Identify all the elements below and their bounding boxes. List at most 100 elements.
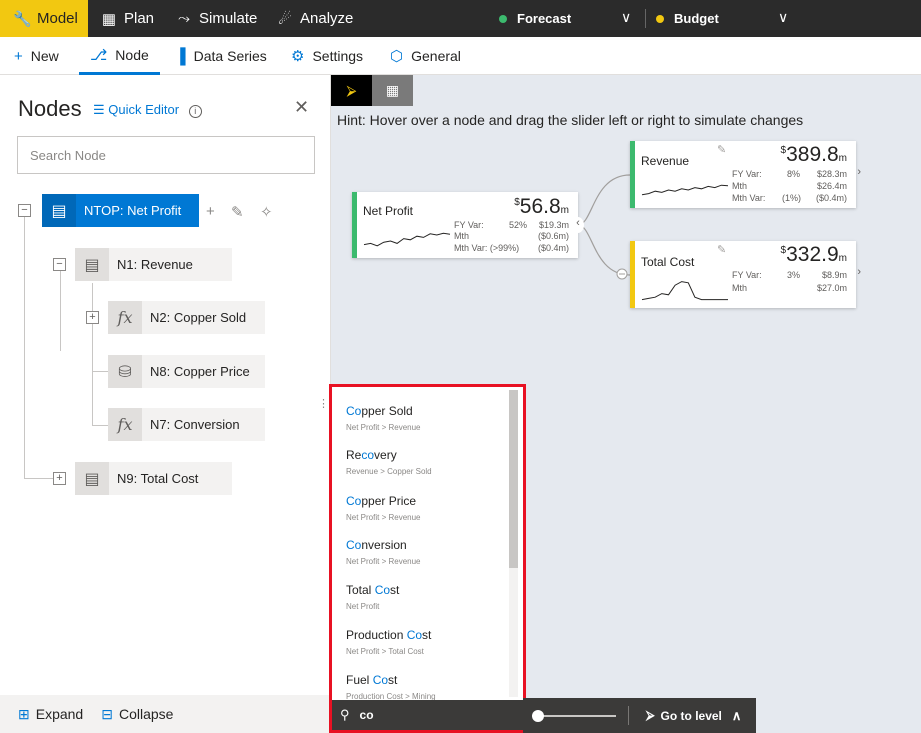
result-post: st — [390, 583, 400, 597]
nav-analyze[interactable]: ☄ Analyze — [276, 0, 353, 37]
nodes-panel-title: Nodes — [18, 96, 82, 121]
expand-toggle[interactable]: + — [53, 472, 66, 485]
edit-pencil-icon[interactable]: ✎ — [231, 203, 244, 221]
result-post: pper Sold — [361, 404, 413, 418]
expand-all-button[interactable]: ⊞ Expand — [18, 706, 83, 723]
tree-line — [92, 425, 108, 426]
node-card-net-profit[interactable]: Net Profit $56.8m FY Var: 52% $19.3m Mth… — [352, 192, 584, 258]
nodes-panel-footer: ⊞ Expand ⊟ Collapse — [0, 695, 331, 733]
result-post: pper Price — [361, 494, 417, 508]
add-node-icon[interactable]: + — [206, 203, 215, 220]
collapse-children-icon[interactable]: ‹ — [572, 217, 584, 233]
tree-node-total-cost[interactable]: ▤ N9: Total Cost — [75, 462, 232, 495]
forecast-chevron-down-icon[interactable]: ∨ — [621, 9, 631, 26]
expand-toggle[interactable]: + — [86, 311, 99, 324]
resize-grip-icon[interactable]: ⋮ — [318, 397, 329, 410]
search-result-item[interactable]: Production Cost Net Profit > Total Cost — [346, 628, 431, 656]
card-row-fy-pct: 52% — [509, 220, 528, 230]
zoom-slider-track[interactable] — [536, 715, 616, 717]
card-row-mth-var: Mth Var: — [732, 193, 766, 203]
hierarchy-icon: ⮚ — [646, 708, 655, 722]
go-to-level-button[interactable]: ⮚ Go to level ∧ — [646, 698, 741, 733]
calculator-icon: ▤ — [75, 248, 109, 281]
function-icon: fx — [108, 301, 142, 334]
search-result-item[interactable]: Total Cost Net Profit — [346, 583, 399, 611]
ribbon-data-series-button[interactable]: ▐ Data Series — [175, 37, 267, 75]
tree-node-copper-sold[interactable]: fx N2: Copper Sold — [108, 301, 265, 334]
scenario-divider — [645, 9, 646, 28]
tree-node-net-profit[interactable]: ▤ NTOP: Net Profit — [42, 194, 199, 227]
plus-icon: + — [14, 47, 23, 65]
canvas-bottom-toolbar: ⮚ Go to level ∧ — [523, 698, 756, 733]
card-row-fy-var: FY Var: — [732, 270, 762, 280]
result-name: Copper Sold — [346, 404, 420, 418]
magic-wand-icon[interactable]: ✧ — [260, 203, 273, 221]
node-card-revenue[interactable]: Revenue ✎ $389.8m FY Var: 8% $28.3m Mth … — [630, 141, 861, 208]
ribbon-settings-button[interactable]: ⚙ Settings — [291, 37, 363, 75]
result-name: Fuel Cost — [346, 673, 436, 687]
grid-view-button[interactable]: ▦ — [372, 75, 413, 106]
tree-line — [92, 283, 93, 426]
collapse-toggle[interactable]: − — [18, 204, 31, 217]
expand-children-icon[interactable]: › — [857, 266, 861, 278]
search-icon: ⚲ — [340, 707, 350, 722]
expand-label: Expand — [35, 706, 84, 722]
card-value: $332.9m — [781, 243, 847, 267]
connector-revenue — [578, 174, 631, 226]
tree-line — [24, 478, 54, 479]
result-post: nversion — [361, 538, 407, 552]
expand-children-icon[interactable]: › — [857, 166, 861, 178]
card-sparkline — [363, 232, 451, 247]
nav-simulate[interactable]: ⤳ Simulate — [175, 0, 257, 37]
nodes-panel: Nodes ☰ Quick Editor i ✕ Search Node − ▤… — [0, 75, 331, 695]
edit-pencil-icon[interactable]: ✎ — [717, 143, 726, 156]
calculator-icon: ▤ — [75, 462, 109, 495]
info-icon[interactable]: i — [188, 105, 202, 118]
card-title: Revenue — [641, 154, 690, 168]
result-pre: Total — [346, 583, 375, 597]
tree-view-button[interactable]: ⮚ — [331, 75, 372, 106]
tree-node-revenue[interactable]: ▤ N1: Revenue — [75, 248, 232, 281]
tree-node-copper-price[interactable]: ⛁ N8: Copper Price — [108, 355, 265, 388]
search-query-bar[interactable]: ⚲ co — [332, 700, 523, 730]
collapse-all-button[interactable]: ⊟ Collapse — [101, 706, 173, 723]
edit-pencil-icon[interactable]: ✎ — [717, 243, 726, 256]
close-icon[interactable]: ✕ — [294, 97, 309, 118]
node-card-total-cost[interactable]: Total Cost ✎ $332.9m FY Var: 3% $8.9m Mt… — [630, 241, 861, 308]
nav-plan[interactable]: ▦ Plan — [100, 0, 154, 37]
card-row-mth: Mth — [454, 231, 470, 241]
search-node-input[interactable]: Search Node — [17, 136, 315, 174]
budget-chevron-down-icon[interactable]: ∨ — [778, 9, 788, 26]
result-post: st — [388, 673, 398, 687]
row-key: FY Var: — [454, 220, 484, 230]
ribbon-general-button[interactable]: ⬡ General — [390, 37, 461, 75]
ribbon-new-button[interactable]: + New — [14, 37, 59, 75]
search-result-item[interactable]: Fuel Cost Production Cost > Mining — [346, 673, 436, 700]
search-query-input[interactable]: co — [360, 708, 374, 722]
result-pre: Fuel — [346, 673, 373, 687]
collapse-toggle[interactable]: − — [53, 258, 66, 271]
result-path: Net Profit > Total Cost — [346, 647, 424, 656]
search-result-item[interactable]: Recovery Revenue > Copper Sold — [346, 448, 432, 476]
result-name: Copper Price — [346, 494, 420, 508]
go-to-level-label: Go to level — [660, 708, 722, 723]
results-scrollbar-thumb[interactable] — [509, 390, 518, 568]
ribbon-general-label: General — [411, 48, 461, 64]
search-result-item[interactable]: Copper Price Net Profit > Revenue — [346, 494, 420, 522]
tree-line — [24, 217, 25, 479]
zoom-slider-thumb[interactable] — [532, 710, 544, 722]
ribbon-node-tab[interactable]: ⎇ Node — [79, 37, 160, 75]
result-name: Total Cost — [346, 583, 399, 597]
tree-node-label: N7: Conversion — [150, 417, 240, 432]
card-unit: m — [560, 205, 569, 216]
scenario-budget-select[interactable]: Budget — [656, 0, 719, 37]
tree-node-conversion[interactable]: fx N7: Conversion — [108, 408, 265, 441]
card-title: Total Cost — [641, 255, 695, 269]
search-result-item[interactable]: Copper Sold Net Profit > Revenue — [346, 404, 420, 432]
search-result-item[interactable]: Conversion Net Profit > Revenue — [346, 538, 420, 566]
card-value: $389.8m — [781, 143, 847, 167]
sparkline-path — [363, 232, 451, 247]
scenario-forecast-select[interactable]: Forecast — [499, 0, 571, 37]
quick-editor-link[interactable]: ☰ Quick Editor i — [93, 102, 202, 118]
nav-model[interactable]: 🔧 Model — [0, 0, 88, 37]
